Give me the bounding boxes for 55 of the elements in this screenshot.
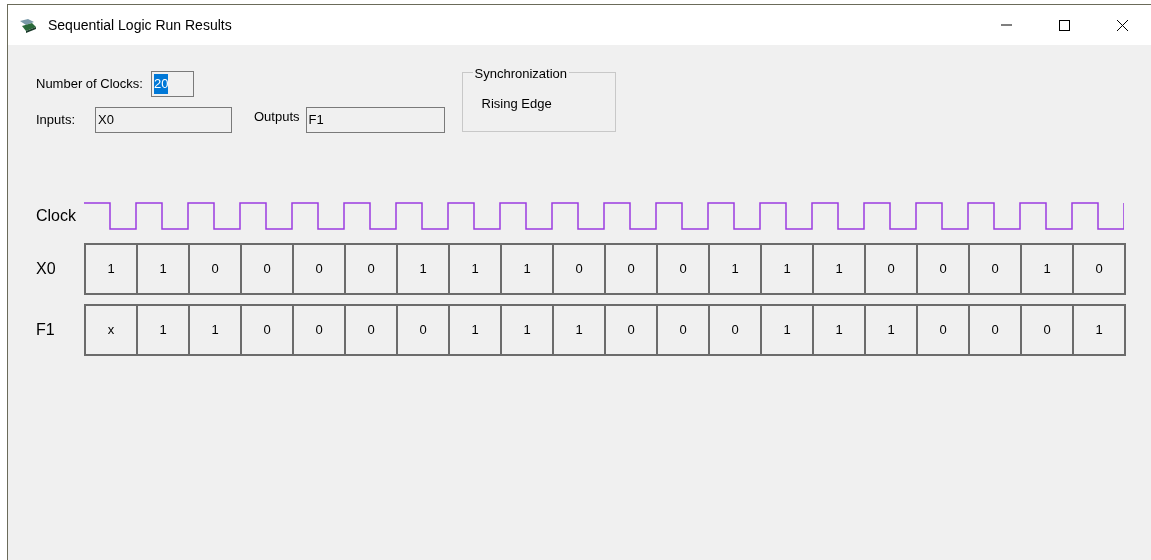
signal-value-cell: 0 — [294, 306, 346, 356]
signal-value-cell: 1 — [138, 306, 190, 356]
close-icon — [1116, 19, 1128, 31]
outputs-label: Outputs — [254, 108, 300, 126]
signal-value-cell: 0 — [970, 245, 1022, 295]
outputs-field[interactable]: F1 — [305, 107, 445, 133]
signal-value-cell: 1 — [190, 306, 242, 356]
signal-value-cell: x — [86, 306, 138, 356]
signal-value-cell: 0 — [918, 245, 970, 295]
signal-value-cell: 0 — [918, 306, 970, 356]
signal-value-cell: 1 — [1022, 245, 1074, 295]
signal-value-cell: 1 — [814, 245, 866, 295]
signal-value-cell: 1 — [502, 245, 554, 295]
signal-value-cell: 0 — [866, 245, 918, 295]
inputs-label: Inputs: — [36, 111, 77, 130]
clocks-field[interactable]: 20 — [150, 71, 194, 97]
synchronization-value: Rising Edge — [481, 95, 552, 113]
signal-value-cell: 1 — [762, 306, 814, 356]
signal-value-cell: 0 — [346, 245, 398, 295]
signal-label: F1 — [35, 320, 56, 340]
signal-value-cell: 1 — [450, 306, 502, 356]
signal-value-cell: 0 — [658, 245, 710, 295]
signal-value-cell: 1 — [138, 245, 190, 295]
app-icon — [18, 17, 38, 33]
window-title: Sequential Logic Run Results — [48, 15, 232, 35]
signal-value-cell: 1 — [814, 306, 866, 356]
signal-value-cell: 1 — [86, 245, 138, 295]
clock-label: Clock — [35, 206, 77, 226]
signal-value-cell: 1 — [398, 245, 450, 295]
signal-value-cell: 0 — [294, 245, 346, 295]
signal-value-cell: 0 — [1022, 306, 1074, 356]
signal-value-cell: 1 — [502, 306, 554, 356]
signal-label: X0 — [35, 259, 57, 279]
signal-value-cell: 0 — [346, 306, 398, 356]
signal-value-cell: 0 — [242, 306, 294, 356]
signal-value-cell: 1 — [554, 306, 606, 356]
signal-value-cell: 0 — [190, 245, 242, 295]
signal-value-cell: 1 — [866, 306, 918, 356]
signal-value-cell: 0 — [606, 306, 658, 356]
signal-value-cell: 0 — [1074, 245, 1126, 295]
minimize-icon — [1000, 24, 1012, 26]
signal-value-cell: 1 — [710, 245, 762, 295]
signal-value-cell: 0 — [658, 306, 710, 356]
clocks-label: Number of Clocks: — [36, 75, 143, 94]
signal-value-cell: 1 — [1074, 306, 1126, 356]
signal-value-cell: 1 — [450, 245, 502, 295]
maximize-icon — [1058, 19, 1070, 31]
signal-value-cell: 1 — [762, 245, 814, 295]
signal-value-cell: 0 — [554, 245, 606, 295]
signal-value-cell: 0 — [242, 245, 294, 295]
signal-value-cell: 0 — [970, 306, 1022, 356]
inputs-field[interactable]: X0 — [95, 107, 232, 133]
signal-value-cell: 0 — [710, 306, 762, 356]
signal-value-cell: 0 — [606, 245, 658, 295]
signal-value-cell: 0 — [398, 306, 450, 356]
